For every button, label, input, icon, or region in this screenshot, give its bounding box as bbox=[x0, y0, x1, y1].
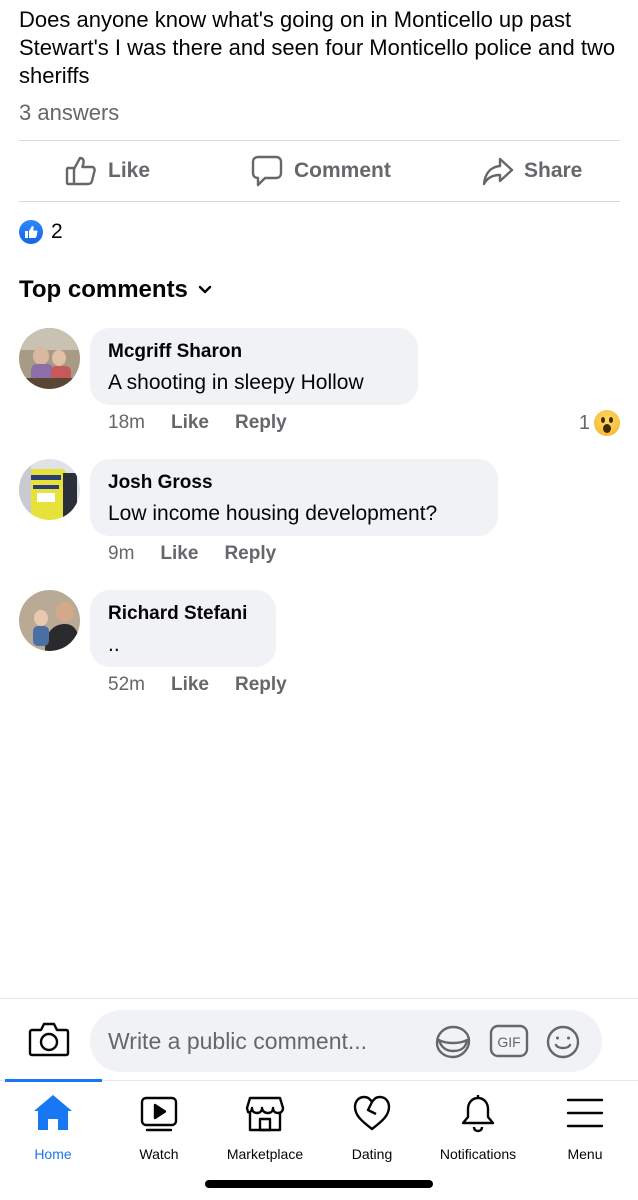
active-tab-indicator bbox=[5, 1079, 102, 1082]
comment-text: A shooting in sleepy Hollow bbox=[108, 371, 364, 394]
emoji-icon bbox=[546, 1025, 580, 1059]
camera-icon bbox=[28, 1022, 70, 1057]
comment-icon bbox=[251, 155, 283, 187]
nav-label: Notifications bbox=[439, 1146, 517, 1162]
like-reaction-icon bbox=[19, 220, 43, 244]
avatar[interactable] bbox=[19, 459, 80, 520]
top-comments-label: Top comments bbox=[19, 276, 188, 303]
comment-like-button[interactable]: Like bbox=[171, 412, 209, 434]
divider bbox=[0, 998, 638, 999]
nav-home[interactable]: Home bbox=[0, 1092, 106, 1166]
answers-count[interactable]: 3 answers bbox=[19, 100, 119, 126]
avatar[interactable] bbox=[19, 328, 80, 389]
comment-meta: 9m Like Reply bbox=[108, 543, 276, 565]
share-icon bbox=[482, 157, 514, 186]
comment-reaction-summary[interactable]: 1 bbox=[579, 410, 620, 436]
menu-icon bbox=[566, 1098, 604, 1128]
chevron-down-icon bbox=[198, 285, 212, 294]
comment-bubble: Josh Gross Low income housing developmen… bbox=[90, 459, 498, 536]
camera-button[interactable] bbox=[28, 1020, 70, 1063]
like-label: Like bbox=[108, 159, 151, 182]
comment-author[interactable]: Josh Gross bbox=[108, 471, 480, 495]
comment-button[interactable]: Comment bbox=[250, 150, 391, 192]
comment-reply-button[interactable]: Reply bbox=[235, 412, 287, 434]
nav-marketplace[interactable]: Marketplace bbox=[212, 1092, 318, 1166]
svg-text:GIF: GIF bbox=[497, 1034, 520, 1050]
like-button[interactable]: Like bbox=[64, 150, 150, 192]
watch-icon bbox=[140, 1096, 178, 1132]
post-comments-screen: Does anyone know what's going on in Mont… bbox=[0, 0, 638, 1200]
comment-meta: 18m Like Reply bbox=[108, 412, 287, 434]
comment-meta: 52m Like Reply bbox=[108, 674, 287, 696]
comment-reply-button[interactable]: Reply bbox=[235, 674, 287, 696]
nav-label: Watch bbox=[139, 1146, 179, 1162]
divider bbox=[19, 140, 620, 141]
nav-label: Dating bbox=[351, 1146, 393, 1162]
bell-icon bbox=[461, 1095, 495, 1133]
nav-notifications[interactable]: Notifications bbox=[425, 1092, 531, 1166]
emoji-button[interactable] bbox=[545, 1024, 581, 1065]
comment-text: Low income housing development? bbox=[108, 502, 438, 525]
comment-time: 18m bbox=[108, 412, 145, 433]
comment-input[interactable] bbox=[108, 1024, 428, 1058]
comment-reaction-count: 1 bbox=[578, 411, 590, 434]
reaction-count: 2 bbox=[51, 220, 63, 243]
nav-label: Marketplace bbox=[226, 1146, 304, 1162]
comment-bubble: Richard Stefani .. bbox=[90, 590, 276, 667]
comment-text: .. bbox=[108, 633, 120, 656]
reaction-summary[interactable]: 2 bbox=[19, 220, 63, 244]
comment-reply-button[interactable]: Reply bbox=[224, 543, 276, 565]
thumbs-up-icon bbox=[65, 156, 96, 186]
comment-like-button[interactable]: Like bbox=[160, 543, 198, 565]
comment-bubble: Mcgriff Sharon A shooting in sleepy Holl… bbox=[90, 328, 418, 405]
sticker-button[interactable] bbox=[434, 1024, 472, 1065]
share-button[interactable]: Share bbox=[482, 150, 582, 192]
nav-menu[interactable]: Menu bbox=[532, 1092, 638, 1166]
comment-time: 9m bbox=[108, 543, 135, 564]
nav-watch[interactable]: Watch bbox=[106, 1092, 212, 1166]
avatar[interactable] bbox=[19, 590, 80, 651]
wow-reaction-icon bbox=[594, 410, 620, 436]
nav-label: Home bbox=[34, 1146, 72, 1162]
sticker-icon bbox=[435, 1025, 471, 1059]
post-text: Does anyone know what's going on in Mont… bbox=[19, 7, 616, 88]
home-icon bbox=[34, 1095, 72, 1130]
share-label: Share bbox=[524, 159, 583, 182]
nav-label: Menu bbox=[567, 1146, 603, 1162]
divider bbox=[19, 201, 620, 202]
comment-time: 52m bbox=[108, 674, 145, 695]
comment-author[interactable]: Mcgriff Sharon bbox=[108, 340, 400, 364]
gif-icon: GIF bbox=[489, 1024, 529, 1058]
nav-dating[interactable]: Dating bbox=[319, 1092, 425, 1166]
marketplace-icon bbox=[245, 1096, 285, 1132]
comment-composer[interactable]: GIF bbox=[90, 1010, 602, 1072]
top-comments-filter[interactable]: Top comments bbox=[19, 276, 212, 304]
comment-like-button[interactable]: Like bbox=[171, 674, 209, 696]
comment-author[interactable]: Richard Stefani bbox=[108, 602, 258, 626]
comment-label: Comment bbox=[294, 159, 391, 182]
home-indicator[interactable] bbox=[205, 1180, 433, 1188]
gif-button[interactable]: GIF bbox=[489, 1024, 529, 1063]
dating-icon bbox=[353, 1095, 391, 1131]
